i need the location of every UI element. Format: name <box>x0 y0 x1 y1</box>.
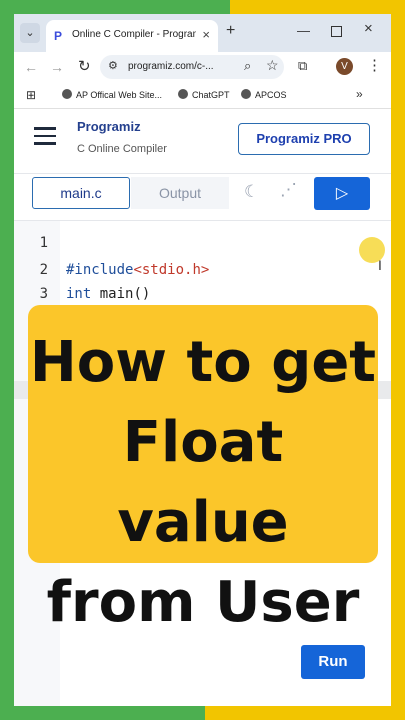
dark-mode-moon-icon[interactable]: ☾ <box>244 182 259 202</box>
code-token: main() <box>91 286 151 302</box>
zoom-icon[interactable]: ⌕ <box>244 58 251 74</box>
url-input[interactable]: ⚙ programiz.com/c-... ⌕ ☆ <box>100 55 284 79</box>
bookmark-favicon-icon <box>241 89 251 99</box>
video-frame: ⌄ P Online C Compiler - Programiz × + — … <box>0 0 405 720</box>
code-line: #include<stdio.h> <box>66 262 209 278</box>
text-cursor-icon: I <box>378 257 382 273</box>
run-button[interactable]: Run <box>301 645 365 679</box>
minimize-icon[interactable]: — <box>297 23 310 38</box>
bookmark-item[interactable]: AP Offical Web Site... <box>62 89 162 100</box>
apps-grid-icon[interactable]: ⊞ <box>26 88 36 102</box>
frame-border-green <box>0 0 230 14</box>
bookmark-star-icon[interactable]: ☆ <box>266 57 279 74</box>
avatar[interactable]: V <box>336 58 353 75</box>
new-tab-icon[interactable]: + <box>226 22 235 40</box>
maximize-icon[interactable] <box>331 26 342 37</box>
more-menu-icon[interactable]: ⋮ <box>367 56 382 74</box>
tab-bar: ⌄ P Online C Compiler - Programiz × + — … <box>14 14 391 52</box>
line-number: 2 <box>39 262 48 278</box>
play-icon: ▷ <box>335 185 349 202</box>
bookmarks-bar: ⊞ AP Offical Web Site... ChatGPT APCOS » <box>14 84 391 109</box>
address-bar-row: ← → ↻ ⚙ programiz.com/c-... ⌕ ☆ ⧉ V ⋮ <box>14 52 391 84</box>
browser-tab[interactable]: P Online C Compiler - Programiz × <box>46 20 218 52</box>
url-text: programiz.com/c-... <box>128 61 214 72</box>
chevron-more-icon[interactable]: » <box>356 87 363 101</box>
bookmark-item[interactable]: APCOS <box>241 89 287 100</box>
editor-toolbar: main.c Output ☾ ⋰ ▷ <box>14 174 391 221</box>
overlay-title: How to get Float value from User <box>28 323 378 643</box>
page-subtitle: C Online Compiler <box>77 143 167 155</box>
title-overlay: How to get Float value from User <box>28 305 378 635</box>
tab-title: Online C Compiler - Programiz <box>72 29 196 40</box>
window-close-icon[interactable]: × <box>364 20 373 37</box>
tab-output[interactable]: Output <box>131 177 229 209</box>
tab-main-c[interactable]: main.c <box>32 177 130 209</box>
run-play-button[interactable]: ▷ <box>314 177 370 210</box>
code-token: #include <box>66 262 134 278</box>
share-icon[interactable]: ⋰ <box>280 180 297 200</box>
chatgpt-icon <box>178 89 188 99</box>
frame-border-right <box>391 0 405 720</box>
overlay-line: from User <box>46 570 360 635</box>
programiz-favicon-icon: P <box>54 29 63 43</box>
overlay-line: Float value <box>117 410 289 555</box>
bookmark-item[interactable]: ChatGPT <box>178 89 230 100</box>
line-number: 1 <box>39 235 48 251</box>
overlay-line: How to get <box>29 330 377 395</box>
code-line: int main() <box>66 286 150 302</box>
programiz-logo[interactable]: Programiz <box>77 119 141 134</box>
app-header: Programiz C Online Compiler Programiz PR… <box>14 109 391 174</box>
frame-border-left <box>0 0 14 720</box>
frame-border-yellow <box>230 0 405 14</box>
bookmark-favicon-icon <box>62 89 72 99</box>
extensions-icon[interactable]: ⧉ <box>298 58 307 74</box>
reload-icon[interactable]: ↻ <box>78 57 91 75</box>
close-icon[interactable]: × <box>202 27 210 42</box>
forward-arrow-icon[interactable]: → <box>50 59 64 75</box>
tab-search-icon[interactable]: ⌄ <box>20 23 40 43</box>
frame-border-bottom-green <box>0 706 205 720</box>
code-token: <stdio.h> <box>133 262 210 278</box>
programiz-pro-button[interactable]: Programiz PRO <box>238 123 370 155</box>
frame-border-bottom-yellow <box>205 706 405 720</box>
hamburger-menu-icon[interactable] <box>34 127 56 145</box>
code-token: int <box>66 286 92 302</box>
site-info-icon[interactable]: ⚙ <box>108 59 118 72</box>
back-arrow-icon[interactable]: ← <box>24 59 38 75</box>
line-number: 3 <box>39 286 48 302</box>
